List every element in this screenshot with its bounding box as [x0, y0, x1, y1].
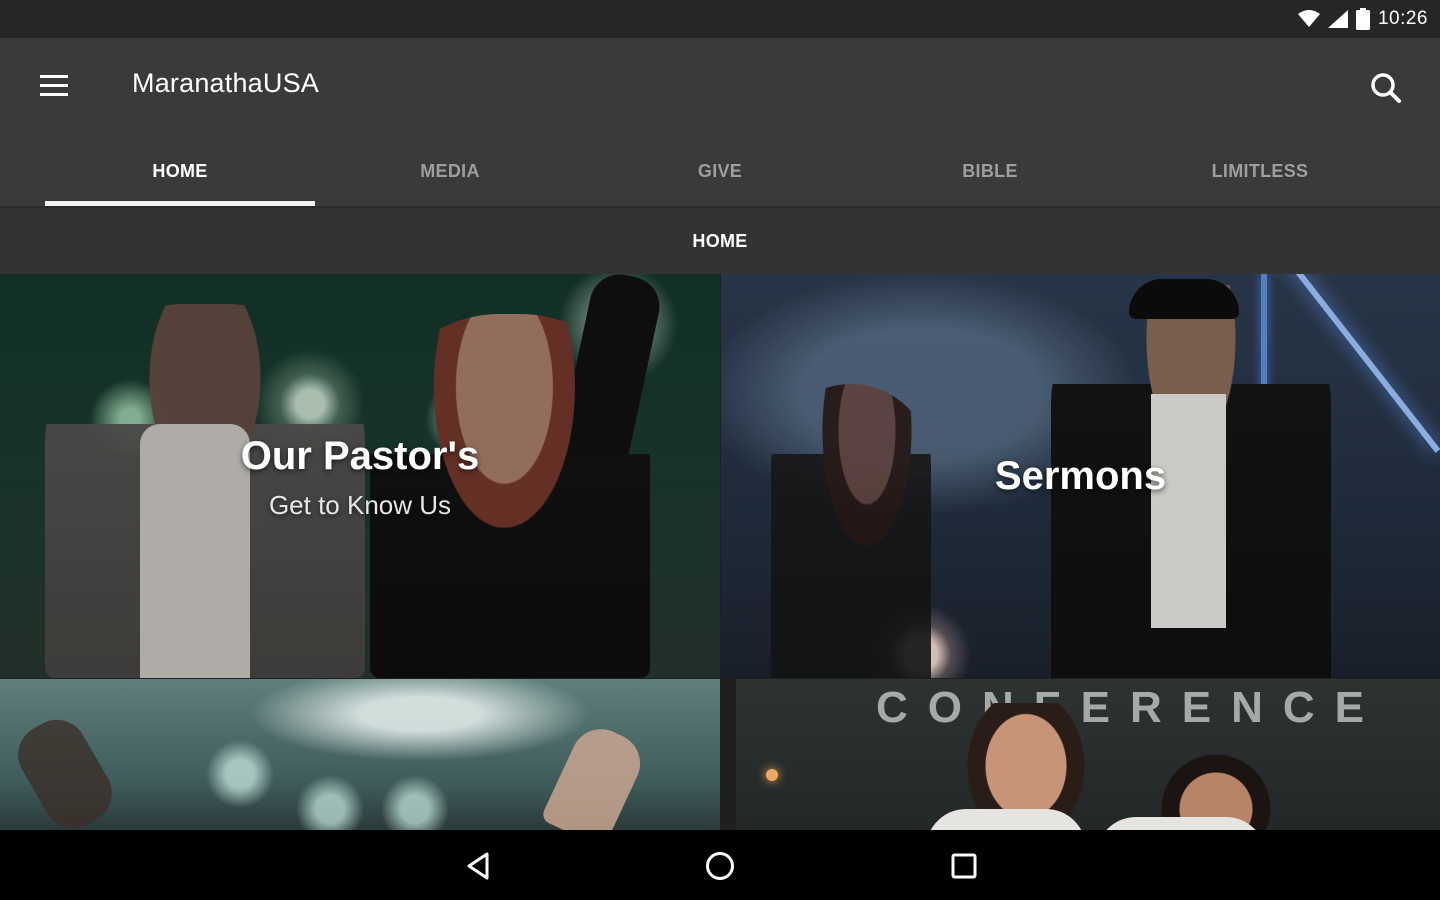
tile-photo [1096, 817, 1266, 830]
section-header: HOME [0, 208, 1440, 274]
tile-image-text: CONFERENCE [876, 683, 1385, 732]
status-time: 10:26 [1377, 8, 1428, 29]
content-grid: Our Pastor's Get to Know Us Sermons CONF… [0, 274, 1440, 830]
tab-give[interactable]: GIVE [585, 134, 855, 208]
tab-bible[interactable]: BIBLE [855, 134, 1125, 208]
tile-photo [7, 708, 123, 830]
tab-limitless[interactable]: LIMITLESS [1125, 134, 1395, 208]
section-title: HOME [692, 230, 748, 251]
tab-home[interactable]: HOME [45, 134, 315, 208]
app-bar: MaranathaUSA HOME MEDIA GIVE BIBLE LIMIT… [0, 38, 1440, 208]
tile-photo [766, 769, 778, 781]
tab-bar: HOME MEDIA GIVE BIBLE LIMITLESS [0, 134, 1440, 208]
battery-icon [1355, 8, 1370, 30]
wifi-icon [1297, 10, 1320, 27]
app-title: MaranathaUSA [132, 68, 319, 98]
tile-sermons[interactable]: Sermons [721, 274, 1440, 678]
hamburger-menu-icon[interactable] [38, 72, 72, 100]
tile-title: Our Pastor's [240, 434, 480, 478]
cell-signal-icon [1327, 10, 1348, 28]
tile-photo [540, 719, 650, 830]
tile-subtitle: Get to Know Us [268, 490, 452, 520]
tile-worship[interactable] [0, 679, 720, 830]
back-icon[interactable] [460, 848, 496, 884]
status-bar: 10:26 [0, 0, 1440, 38]
tile-title: Sermons [994, 454, 1167, 498]
recent-apps-icon[interactable] [946, 848, 982, 884]
home-icon[interactable] [702, 848, 738, 884]
tile-photo [926, 809, 1086, 830]
tab-media[interactable]: MEDIA [315, 134, 585, 208]
tile-our-pastors[interactable]: Our Pastor's Get to Know Us [0, 274, 720, 678]
tile-conference[interactable]: CONFERENCE [736, 679, 1440, 830]
search-icon[interactable] [1366, 68, 1406, 108]
system-nav-bar [0, 830, 1440, 900]
